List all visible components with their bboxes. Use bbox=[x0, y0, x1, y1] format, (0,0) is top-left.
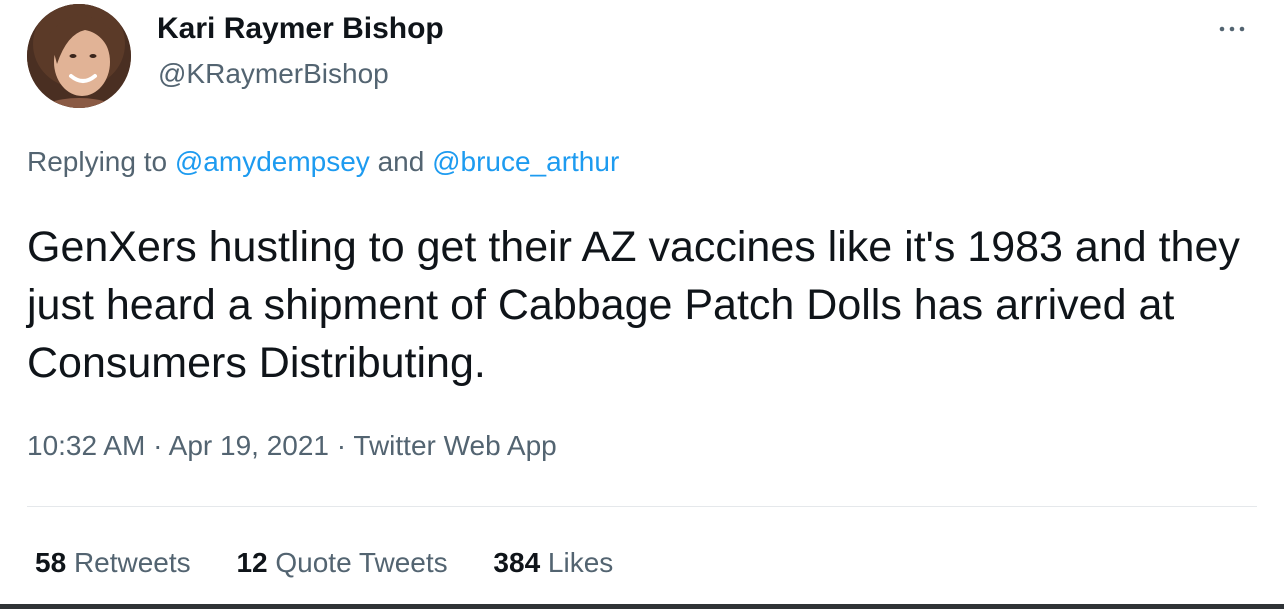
quote-tweets-count: 12 bbox=[236, 547, 268, 578]
bottom-border bbox=[0, 604, 1284, 609]
engagement-stats: 58 Retweets 12 Quote Tweets 384 Likes bbox=[35, 547, 651, 579]
meta-separator: · bbox=[153, 430, 163, 461]
tweet-text: GenXers hustling to get their AZ vaccine… bbox=[27, 223, 1240, 387]
replying-to-line: Replying to @amydempsey and @bruce_arthu… bbox=[27, 146, 619, 178]
stats-divider bbox=[27, 506, 1257, 507]
retweets-label: Retweets bbox=[73, 547, 191, 578]
more-horizontal-icon bbox=[1219, 26, 1245, 32]
tweet-source-link[interactable]: Twitter Web App bbox=[353, 430, 556, 461]
likes-label: Likes bbox=[547, 547, 614, 578]
mention-link-amydempsey[interactable]: @amydempsey bbox=[175, 146, 370, 177]
retweets-stat[interactable]: 58 Retweets bbox=[35, 547, 191, 579]
tweet-date-link[interactable]: Apr 19, 2021 bbox=[169, 430, 329, 461]
mention-link-bruce-arthur[interactable]: @bruce_arthur bbox=[432, 146, 619, 177]
author-handle[interactable]: @KRaymerBishop bbox=[158, 58, 389, 90]
replying-to-label: Replying to bbox=[27, 146, 168, 177]
likes-stat[interactable]: 384 Likes bbox=[493, 547, 613, 579]
author-display-name[interactable]: Kari Raymer Bishop bbox=[157, 12, 444, 46]
avatar-portrait-icon bbox=[27, 4, 131, 108]
more-options-button[interactable] bbox=[1212, 14, 1252, 44]
quote-tweets-stat[interactable]: 12 Quote Tweets bbox=[236, 547, 447, 579]
retweets-count: 58 bbox=[35, 547, 67, 578]
tweet-time-link[interactable]: 10:32 AM bbox=[27, 430, 145, 461]
meta-separator: · bbox=[336, 430, 347, 461]
tweet-meta: 10:32 AM · Apr 19, 2021 · Twitter Web Ap… bbox=[27, 430, 557, 462]
quote-tweets-label: Quote Tweets bbox=[275, 547, 448, 578]
replying-to-conjunction: and bbox=[377, 146, 425, 177]
tweet-card: Kari Raymer Bishop @KRaymerBishop Replyi… bbox=[0, 0, 1284, 609]
author-avatar[interactable] bbox=[27, 4, 131, 108]
likes-count: 384 bbox=[493, 547, 541, 578]
